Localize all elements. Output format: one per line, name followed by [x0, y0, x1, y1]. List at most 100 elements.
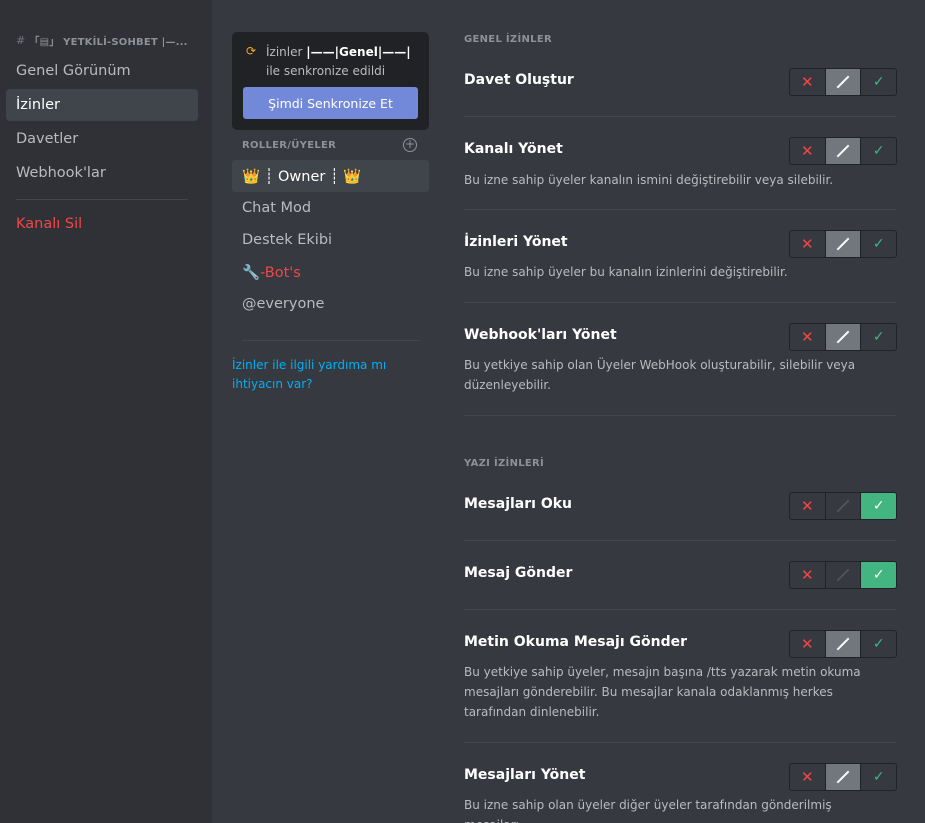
section-header-general: GENEL İZİNLER	[464, 34, 552, 45]
sync-warning-icon: ⟳	[246, 44, 257, 58]
channel-name: 「▤」 YETKİLİ-SOHBET |—...	[29, 36, 188, 48]
x-icon: ✕	[801, 566, 814, 584]
channel-header: # 「▤」 YETKİLİ-SOHBET |—...	[16, 33, 196, 48]
allow-button[interactable]: ✓	[861, 631, 896, 657]
slash-icon	[836, 499, 850, 513]
permission-divider	[464, 742, 896, 743]
check-icon: ✓	[872, 636, 885, 652]
x-icon: ✕	[801, 73, 814, 91]
sync-now-button[interactable]: Şimdi Senkronize Et	[243, 87, 418, 119]
x-icon: ✕	[801, 768, 814, 786]
x-icon: ✕	[801, 635, 814, 653]
permission-description: Bu izne sahip olan üyeler diğer üyeler t…	[464, 798, 832, 823]
x-icon: ✕	[801, 142, 814, 160]
deny-button[interactable]: ✕	[790, 631, 826, 657]
slash-icon	[836, 330, 850, 344]
deny-button[interactable]: ✕	[790, 231, 826, 257]
passthrough-button[interactable]	[826, 493, 862, 519]
deny-button[interactable]: ✕	[790, 138, 826, 164]
allow-button[interactable]: ✓	[861, 493, 896, 519]
permission-toggle: ✕ ✓	[789, 561, 897, 589]
allow-button[interactable]: ✓	[861, 562, 896, 588]
allow-button[interactable]: ✓	[861, 138, 896, 164]
check-icon: ✓	[872, 74, 885, 90]
permission-title: İzinleri Yönet	[464, 234, 568, 250]
permission-divider	[464, 302, 896, 303]
passthrough-button[interactable]	[825, 138, 862, 164]
sidebar-divider	[16, 199, 188, 200]
check-icon: ✓	[872, 567, 885, 583]
passthrough-button[interactable]	[825, 631, 862, 657]
sidebar-item-invites[interactable]: Davetler	[6, 123, 198, 155]
allow-button[interactable]: ✓	[861, 69, 896, 95]
hash-icon: #	[16, 33, 26, 47]
section-header-text: YAZI İZİNLERİ	[464, 458, 545, 469]
check-icon: ✓	[872, 143, 885, 159]
permission-title: Metin Okuma Mesajı Gönder	[464, 634, 688, 650]
passthrough-button[interactable]	[825, 764, 862, 790]
check-icon: ✓	[872, 329, 885, 345]
check-icon: ✓	[872, 769, 885, 785]
permission-description: Bu izne sahip üyeler bu kanalın izinleri…	[464, 265, 788, 279]
permission-description: Bu yetkiye sahip üyeler, mesajın başına …	[464, 665, 861, 719]
deny-button[interactable]: ✕	[790, 562, 826, 588]
role-item-owner[interactable]: 👑 ┊ Owner ┊ 👑	[232, 160, 429, 192]
slash-icon	[836, 637, 850, 651]
permission-divider	[464, 540, 896, 541]
passthrough-button[interactable]	[825, 324, 862, 350]
permission-toggle: ✕ ✓	[789, 137, 897, 165]
permission-toggle: ✕ ✓	[789, 763, 897, 791]
allow-button[interactable]: ✓	[861, 764, 896, 790]
deny-button[interactable]: ✕	[790, 69, 826, 95]
x-icon: ✕	[801, 328, 814, 346]
permission-divider	[464, 609, 896, 610]
slash-icon	[836, 144, 850, 158]
deny-button[interactable]: ✕	[790, 493, 826, 519]
allow-button[interactable]: ✓	[861, 324, 896, 350]
roles-divider	[242, 340, 420, 341]
permission-toggle: ✕ ✓	[789, 323, 897, 351]
x-icon: ✕	[801, 497, 814, 515]
add-role-icon[interactable]: +	[403, 138, 417, 152]
deny-button[interactable]: ✕	[790, 324, 826, 350]
passthrough-button[interactable]	[826, 562, 862, 588]
permission-divider	[464, 415, 896, 416]
check-icon: ✓	[872, 236, 885, 252]
role-item-chat-mod[interactable]: Chat Mod	[232, 192, 429, 224]
slash-icon	[836, 770, 850, 784]
role-item-everyone[interactable]: @everyone	[232, 288, 429, 320]
permission-title: Davet Oluştur	[464, 72, 574, 88]
permission-divider	[464, 209, 896, 210]
permission-title: Webhook'ları Yönet	[464, 327, 617, 343]
permission-toggle: ✕ ✓	[789, 492, 897, 520]
permission-description: Bu izne sahip üyeler kanalın ismini deği…	[464, 173, 834, 187]
check-icon: ✓	[872, 498, 885, 514]
permission-toggle: ✕ ✓	[789, 68, 897, 96]
permission-title: Kanalı Yönet	[464, 141, 563, 157]
permission-divider	[464, 116, 896, 117]
permission-toggle: ✕ ✓	[789, 630, 897, 658]
sidebar-item-overview[interactable]: Genel Görünüm	[6, 55, 198, 87]
allow-button[interactable]: ✓	[861, 231, 896, 257]
slash-icon	[836, 568, 850, 582]
sidebar-item-webhooks[interactable]: Webhook'lar	[6, 157, 198, 189]
sidebar-item-permissions[interactable]: İzinler	[6, 89, 198, 121]
slash-icon	[836, 75, 850, 89]
roles-header: ROLLER/ÜYELER	[242, 140, 337, 151]
passthrough-button[interactable]	[825, 231, 862, 257]
permission-title: Mesajları Oku	[464, 496, 573, 512]
delete-channel-button[interactable]: Kanalı Sil	[6, 208, 198, 240]
permission-title: Mesajları Yönet	[464, 767, 586, 783]
x-icon: ✕	[801, 235, 814, 253]
deny-button[interactable]: ✕	[790, 764, 826, 790]
role-item-support-team[interactable]: Destek Ekibi	[232, 224, 429, 256]
sync-category: |——|Genel|——|	[306, 45, 411, 59]
permission-toggle: ✕ ✓	[789, 230, 897, 258]
role-item-bots[interactable]: 🔧-Bot's	[232, 256, 429, 288]
sync-text: İzinler |——|Genel|——| ile senkronize edi…	[266, 43, 426, 81]
help-link[interactable]: İzinler ile ilgili yardıma mı ihtiyacın …	[232, 356, 412, 394]
slash-icon	[836, 237, 850, 251]
sync-text-suffix: ile senkronize edildi	[266, 64, 386, 78]
sync-text-prefix: İzinler	[266, 45, 303, 59]
passthrough-button[interactable]	[825, 69, 862, 95]
